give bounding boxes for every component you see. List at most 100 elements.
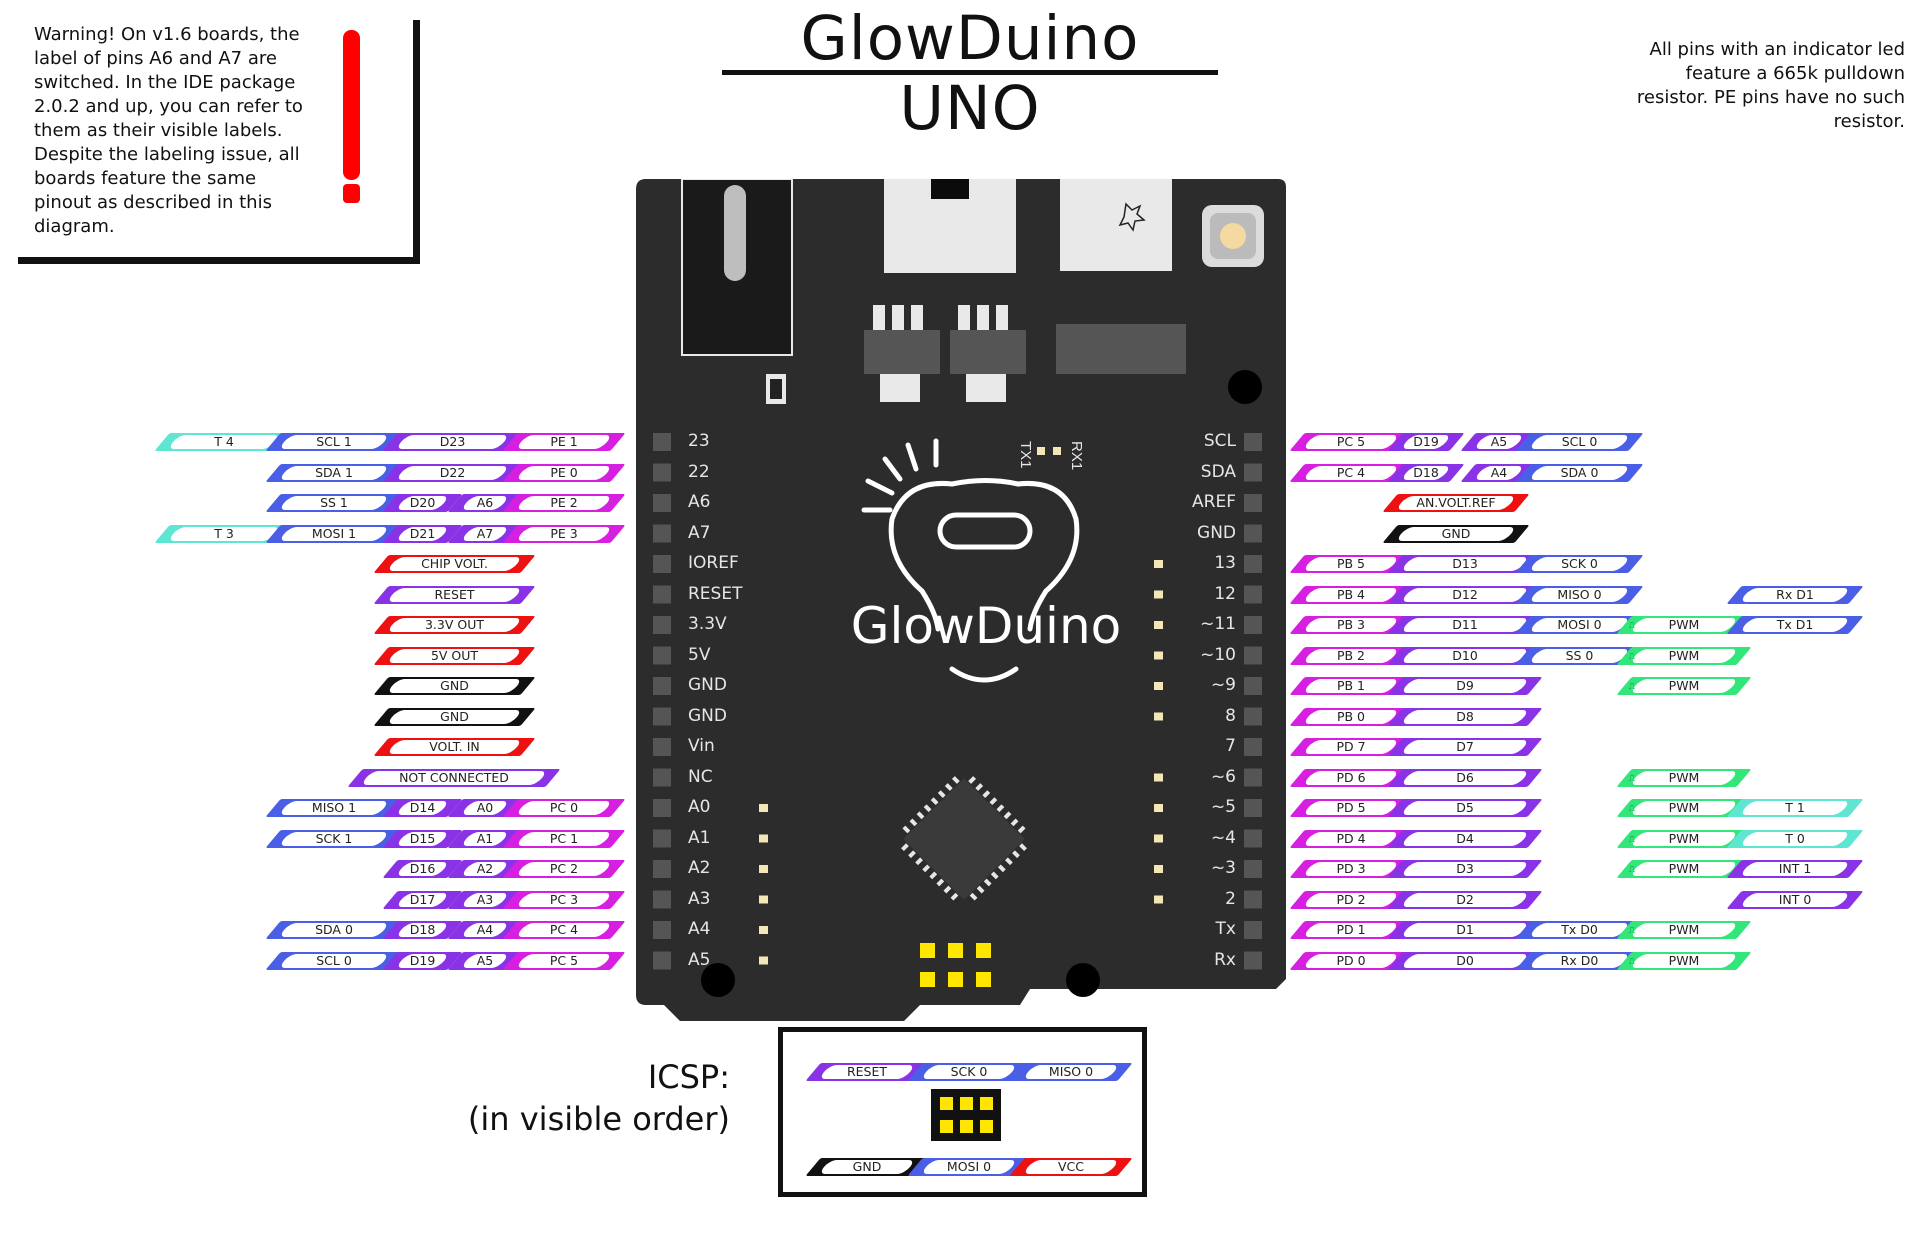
header-pin [653,799,671,817]
header-pin [653,768,671,787]
header-pin [653,646,671,665]
board-pin-label-right: ~10 [1200,644,1236,665]
right-pin-label-text: SCL 0 [1561,434,1598,449]
board-pin-label-right: ~11 [1200,614,1236,634]
left-pin-label-text: SS 1 [320,495,348,510]
right-pin-label-text: PWM [1668,617,1700,632]
right-pin-label: MISO 0 [1515,585,1644,604]
left-pin-label: PC 2 [502,860,626,878]
usb-chip [1056,324,1186,374]
header-pin [653,860,671,878]
right-pin-label: ⎍ PWM [1616,646,1752,665]
left-pin-label: PC 3 [502,890,626,909]
right-pin-label: INT 0 [1726,890,1864,909]
left-pin-label-text: GND [440,678,469,693]
right-pin-label: GND [1382,524,1530,543]
right-pin-label: D4 [1387,829,1543,848]
right-pin-label-text: D5 [1456,800,1474,815]
title-underline [722,70,1218,75]
right-pin-label-text: D0 [1456,952,1474,968]
left-pin-label: PE 0 [502,463,626,482]
left-pin-label: GND [373,707,536,726]
left-pin-label-text: 3.3V OUT [424,617,485,632]
indicator-led [759,895,768,904]
pulldown-note: All pins with an indicator led feature a… [1636,39,1905,132]
indicator-led [759,804,768,812]
right-pin-label: D9 [1387,677,1543,695]
board-pin-label-right: 12 [1214,583,1236,604]
left-pin-label: MOSI 1 [265,524,403,543]
right-pin-label: D7 [1387,738,1543,756]
header-pin [653,921,671,939]
board-pin-label-left: NC [688,766,713,787]
board-pin-label-left: RESET [688,583,743,604]
left-pin-label-text: MOSI 1 [311,525,357,541]
header-pin [1244,524,1262,543]
right-pin-label-text: D10 [1452,647,1478,663]
icsp-bottom-label: VCC [1009,1158,1133,1176]
right-pin-label-text: PWM [1668,861,1700,876]
board-pin-label-right: ~4 [1210,827,1236,848]
board-pin-label-right: Rx [1214,949,1236,970]
right-pin-label: D2 [1387,890,1543,909]
right-pin-label-text: D7 [1456,739,1474,754]
left-pin-label-text: SCL 1 [316,434,352,449]
left-pin-label-text: CHIP VOLT. [421,556,488,571]
left-pin-label-text: PC 2 [549,861,579,876]
right-pin-label: D8 [1387,707,1543,726]
board-pin-label-left: 23 [688,431,710,451]
right-pin-label-text: D18 [1413,464,1439,480]
left-pin-label-text: SDA 1 [315,464,353,480]
right-pin-label: ⎍ PWM [1616,768,1752,787]
indicator-led [759,834,768,843]
right-pin-label: AN.VOLT.REF [1382,494,1530,512]
left-pin-label: 5V OUT [373,646,536,665]
header-pin [1244,799,1262,817]
icsp-bottom-label-text: VCC [1057,1159,1084,1174]
right-pin-label: T 1 [1726,799,1864,817]
icsp-top-label-text: SCK 0 [950,1064,988,1079]
indicator-led [759,926,768,934]
usb-cable [931,179,969,199]
board-pin-label-right: GND [1197,522,1236,543]
left-pin-label: GND [373,677,536,695]
tx-led [1037,447,1045,455]
left-pin-label-text: GND [440,708,469,724]
right-pin-label-text: D1 [1456,922,1474,937]
left-pin-label: MISO 1 [265,799,403,817]
header-pin [1244,494,1262,512]
header-pin [1244,921,1262,939]
left-pin-label: VOLT. IN [373,738,536,756]
right-pin-label-text: SDA 0 [1560,464,1599,480]
right-pin-label-text: Rx D1 [1776,586,1814,602]
left-pin-label-text: D18 [409,922,436,937]
header-pin [1244,585,1262,604]
header-pin [1244,646,1262,665]
left-pin-label-text: PC 1 [549,830,579,846]
left-pin-label-text: D21 [409,525,436,541]
right-pin-label-text: D11 [1452,617,1478,632]
board-pin-label-right: ~9 [1210,675,1236,695]
board-pin-label-right: 2 [1225,888,1236,909]
page-title: GlowDuino UNO [800,3,1140,144]
left-pin-label: NOT CONNECTED [347,768,561,787]
right-pin-label-text: PWM [1668,830,1700,846]
left-pin-label-text: SCK 1 [315,830,353,846]
icsp-bottom-label-text: GND [852,1159,882,1174]
right-pin-label-text: D19 [1413,434,1439,449]
left-pin-label-text: D20 [409,495,436,510]
board-pin-label-left: A3 [688,888,711,909]
icsp-top-label: MISO 0 [1009,1063,1133,1081]
right-pin-label-text: D3 [1456,861,1474,876]
header-pin [653,890,671,909]
header-pin [653,494,671,512]
left-pin-label: PC 5 [502,951,626,970]
right-pin-label-text: SCK 0 [1561,556,1598,571]
left-pin-label: PE 3 [502,524,626,543]
left-pin-label-text: PE 0 [550,464,578,480]
left-pin-label-text: SDA 0 [315,922,353,937]
board-pin-label-right: AREF [1192,492,1236,512]
right-pin-label: D19 [1387,433,1465,451]
indicator-led [759,956,768,965]
right-pin-label-text: MISO 0 [1557,586,1602,602]
